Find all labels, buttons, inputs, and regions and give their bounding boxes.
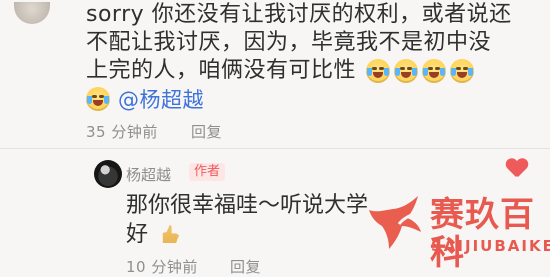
- reply-reply-button[interactable]: 回复: [230, 256, 261, 277]
- reply-time: 10 分钟前: [126, 258, 198, 276]
- reply-line-2: 好: [126, 222, 149, 247]
- comment-line-1: sorry 你还没有让我讨厌的权利，或者说还: [86, 2, 512, 27]
- mention-link[interactable]: @杨超越: [118, 84, 204, 114]
- author-avatar[interactable]: [94, 160, 122, 188]
- face-with-tears-of-joy-icon: [421, 59, 446, 83]
- face-with-tears-of-joy-icon: [365, 59, 390, 83]
- watermark-subtitle: SAIJIUBAIKE: [431, 237, 550, 255]
- comment-line-2: 不配让我讨厌，因为，毕竟我不是初中没: [86, 30, 492, 55]
- author-name[interactable]: 杨超越: [126, 164, 171, 185]
- thumbs-up-icon: [162, 224, 180, 243]
- face-with-tears-of-joy-icon: [86, 87, 110, 111]
- comment-reply-button[interactable]: 回复: [191, 121, 222, 142]
- watermark-whale-logo-icon: [369, 196, 421, 249]
- comment-time: 35 分钟前: [86, 123, 158, 141]
- face-with-tears-of-joy-icon: [393, 59, 418, 83]
- author-badge: 作者: [189, 163, 226, 181]
- top-avatar[interactable]: [14, 2, 50, 24]
- comment-line-3: 上完的人，咱俩没有可比性: [86, 58, 357, 83]
- emoji-row: [365, 59, 474, 83]
- face-with-tears-of-joy-icon: [449, 59, 474, 83]
- comment-line-3-row: 上完的人，咱俩没有可比性: [86, 56, 474, 86]
- heart-icon[interactable]: [506, 159, 528, 181]
- divider: [0, 148, 550, 149]
- reply-line-1: 那你很幸福哇～听说大学: [126, 193, 369, 218]
- watermark-title: 赛玖百科: [430, 195, 535, 273]
- mention-row: @杨超越: [86, 84, 204, 114]
- reply-line-2-row: 好: [126, 220, 180, 250]
